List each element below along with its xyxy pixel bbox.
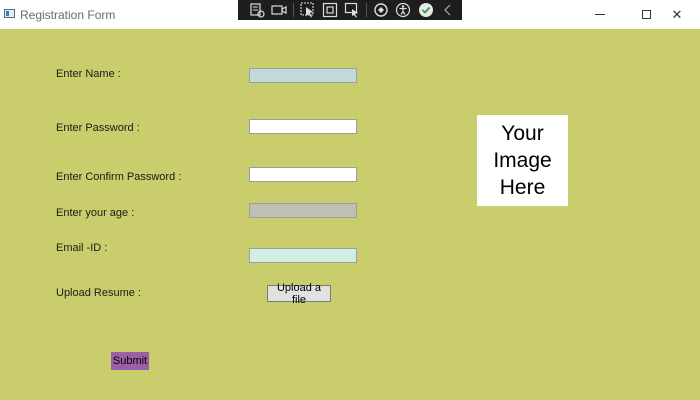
video-camera-icon[interactable]: [270, 0, 287, 20]
toolbar-separator: [292, 3, 294, 17]
toolbar-separator: [366, 3, 368, 17]
name-label: Enter Name :: [56, 68, 121, 80]
app-window-icon: [4, 9, 15, 18]
close-button[interactable]: ✕: [654, 0, 700, 29]
image-placeholder: Your Image Here: [477, 115, 568, 206]
minimize-icon: [595, 14, 605, 15]
confirm-password-label: Enter Confirm Password :: [56, 171, 182, 183]
email-input[interactable]: [249, 248, 357, 263]
age-input[interactable]: [249, 203, 357, 218]
title-bar: Registration Form ✕: [0, 0, 700, 29]
checkmark-icon[interactable]: [417, 0, 434, 20]
collapse-chevron-icon[interactable]: [440, 0, 457, 20]
submit-button[interactable]: Submit: [111, 352, 149, 370]
display-layout-adorners-icon[interactable]: [321, 0, 338, 20]
name-input[interactable]: [249, 68, 357, 83]
select-element-icon[interactable]: [299, 0, 316, 20]
maximize-icon: [641, 10, 651, 19]
registration-form: Enter Name : Enter Password : Enter Conf…: [0, 29, 700, 400]
live-visual-tree-icon[interactable]: [248, 0, 265, 20]
upload-file-button[interactable]: Upload a file: [267, 282, 331, 306]
close-icon: ✕: [671, 6, 683, 22]
accessibility-icon[interactable]: [395, 0, 412, 20]
minimize-button[interactable]: [577, 0, 623, 29]
confirm-password-input[interactable]: [249, 167, 357, 182]
window-title: Registration Form: [20, 8, 116, 22]
age-label: Enter your age :: [56, 207, 135, 219]
track-focus-icon[interactable]: [344, 0, 361, 20]
debug-toolbar: [238, 0, 462, 20]
hot-reload-icon[interactable]: [372, 0, 389, 20]
upload-resume-label: Upload Resume :: [56, 287, 141, 299]
password-input[interactable]: [249, 119, 357, 134]
image-placeholder-text: Your Image Here: [493, 122, 552, 199]
password-label: Enter Password :: [56, 122, 140, 134]
email-label: Email -ID :: [56, 242, 108, 254]
